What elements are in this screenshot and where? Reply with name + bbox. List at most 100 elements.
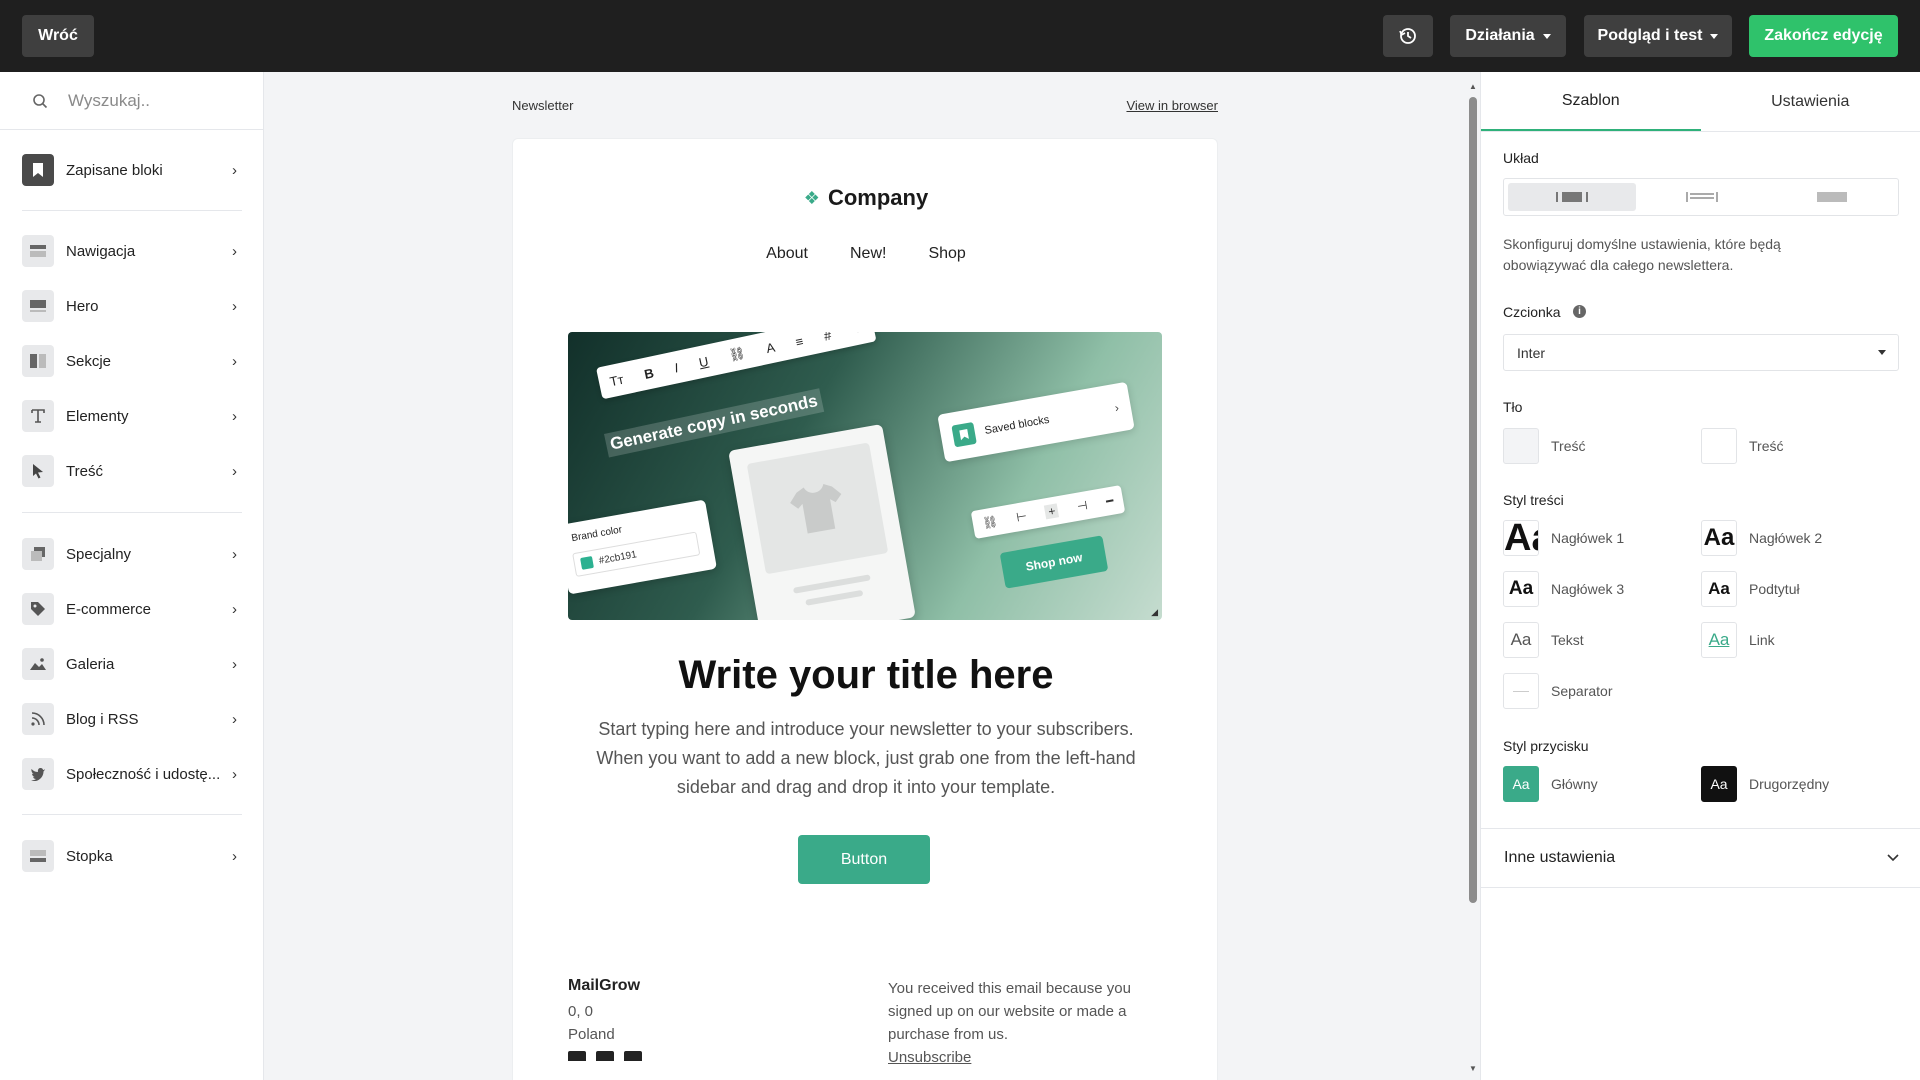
x-icon[interactable] xyxy=(596,1051,614,1061)
background-color-swatch[interactable] xyxy=(1503,428,1539,464)
view-in-browser-link[interactable]: View in browser xyxy=(1126,98,1218,113)
layout-option-narrow[interactable] xyxy=(1508,183,1636,211)
sidebar-item-special[interactable]: Specjalny › xyxy=(0,530,263,578)
tshirt-icon xyxy=(746,442,889,575)
sidebar-item-label: Zapisane bloki xyxy=(66,161,163,179)
sidebar-item-content[interactable]: Treść › xyxy=(0,447,263,495)
sidebar-divider xyxy=(22,210,242,211)
sidebar-item-social[interactable]: Społeczność i udostę... › xyxy=(0,750,263,798)
bookmark-icon xyxy=(951,421,977,448)
separator-style-swatch[interactable] xyxy=(1503,673,1539,709)
subtitle-sample: Aa xyxy=(1708,579,1730,598)
search-input[interactable] xyxy=(68,90,248,111)
subtitle-style-swatch[interactable]: Aa xyxy=(1701,571,1737,607)
toolbar-item: Tт xyxy=(608,371,625,389)
preview-dropdown[interactable]: Podgląd i test xyxy=(1584,15,1732,57)
top-bar: Wróć Działania Podgląd i test Zakończ ed… xyxy=(0,0,1920,72)
tab-template[interactable]: Szablon xyxy=(1481,72,1701,131)
tab-settings[interactable]: Ustawienia xyxy=(1701,72,1920,131)
toolbar-item: I xyxy=(672,359,680,376)
email-template[interactable]: ❖ Company About New! Shop Tт B I U ⛓ A ≡… xyxy=(512,138,1218,1080)
twitter-icon xyxy=(22,758,54,790)
heading2-label: Nagłówek 2 xyxy=(1749,530,1823,546)
text-style-swatch[interactable]: Aa xyxy=(1503,622,1539,658)
secondary-button-style-swatch[interactable]: Aa xyxy=(1701,766,1737,802)
sidebar-item-navigation[interactable]: Nawigacja › xyxy=(0,227,263,275)
email-nav-link[interactable]: About xyxy=(766,245,808,263)
social-icons xyxy=(568,1051,642,1061)
toolbar-item: # xyxy=(822,332,833,344)
other-settings-label: Inne ustawienia xyxy=(1504,849,1616,866)
primary-button-style-swatch[interactable]: Aa xyxy=(1503,766,1539,802)
layout-selector xyxy=(1503,178,1899,216)
content-color-swatch[interactable] xyxy=(1701,428,1737,464)
sidebar-item-label: Nawigacja xyxy=(66,242,136,260)
brand-color-value: #2cb191 xyxy=(597,548,638,567)
toolbar-item: ⛓ xyxy=(727,344,747,363)
instagram-icon[interactable] xyxy=(624,1051,642,1061)
layout-narrow-icon xyxy=(1556,192,1588,202)
link-icon: ⛓ xyxy=(981,514,999,531)
heading1-style-swatch[interactable]: Aa xyxy=(1503,520,1539,556)
sidebar-item-label: Galeria xyxy=(66,655,115,673)
separator-label: Separator xyxy=(1551,683,1613,699)
sidebar-item-label: Społeczność i udostę... xyxy=(66,765,221,783)
email-cta-button[interactable]: Button xyxy=(798,835,930,884)
chevron-down-icon xyxy=(1887,854,1899,862)
font-select[interactable]: Inter xyxy=(1503,334,1899,371)
back-button[interactable]: Wróć xyxy=(22,15,94,57)
product-card xyxy=(728,423,916,620)
company-logo[interactable]: ❖ Company xyxy=(513,185,1219,211)
link-style-swatch[interactable]: Aa xyxy=(1701,622,1737,658)
scroll-up-icon[interactable]: ▲ xyxy=(1469,82,1477,91)
sidebar-item-sections[interactable]: Sekcje › xyxy=(0,337,263,385)
sidebar-item-label: Blog i RSS xyxy=(66,710,139,728)
history-button[interactable] xyxy=(1383,15,1433,57)
scroll-down-icon[interactable]: ▼ xyxy=(1469,1064,1477,1073)
email-body-text[interactable]: Start typing here and introduce your new… xyxy=(575,715,1157,802)
canvas-scrollbar[interactable]: ▲ ▼ xyxy=(1466,72,1480,1080)
email-title[interactable]: Write your title here xyxy=(513,653,1219,698)
heading2-style-swatch[interactable]: Aa xyxy=(1701,520,1737,556)
sidebar-item-label: Specjalny xyxy=(66,545,132,563)
other-settings-accordion[interactable]: Inne ustawienia xyxy=(1481,829,1920,887)
sidebar-item-footer[interactable]: Stopka › xyxy=(0,832,263,880)
resize-handle-icon[interactable]: ◢ xyxy=(1151,607,1158,618)
chevron-right-icon: › xyxy=(232,242,237,260)
tag-icon xyxy=(22,593,54,625)
toolbar-item: ✦ xyxy=(850,332,864,338)
sidebar-item-saved-blocks[interactable]: Zapisane bloki › xyxy=(0,146,263,194)
footer-company: MailGrow xyxy=(568,977,641,994)
sidebar-item-hero[interactable]: Hero › xyxy=(0,282,263,330)
unsubscribe-link[interactable]: Unsubscribe xyxy=(888,1049,971,1066)
caret-down-icon xyxy=(1542,33,1551,39)
saved-blocks-label: Saved blocks xyxy=(983,413,1051,437)
sidebar-item-elements[interactable]: Elementy › xyxy=(0,392,263,440)
sidebar-item-blog-rss[interactable]: Blog i RSS › xyxy=(0,695,263,743)
info-icon[interactable]: i xyxy=(1573,305,1586,318)
history-icon xyxy=(1399,28,1416,44)
toolbar-item: U xyxy=(697,353,710,370)
diamond-logo-icon: ❖ xyxy=(803,187,820,208)
heading3-style-swatch[interactable]: Aa xyxy=(1503,571,1539,607)
actions-dropdown[interactable]: Działania xyxy=(1450,15,1566,57)
facebook-icon[interactable] xyxy=(568,1051,586,1061)
search-icon xyxy=(33,93,48,108)
layout-description: Skonfiguruj domyślne ustawienia, które b… xyxy=(1503,236,1781,273)
hero-image[interactable]: Tт B I U ⛓ A ≡ # ✦ Generate copy in seco… xyxy=(568,332,1162,620)
email-nav-link[interactable]: Shop xyxy=(928,245,965,263)
finish-edit-button[interactable]: Zakończ edycję xyxy=(1749,15,1898,57)
email-nav-link[interactable]: New! xyxy=(850,245,886,263)
primary-button-label: Główny xyxy=(1551,776,1598,792)
separator-sample xyxy=(1513,690,1529,692)
button-style-label: Styl przycisku xyxy=(1503,738,1589,754)
heading1-sample: Aa xyxy=(1504,520,1538,556)
sidebar-item-ecommerce[interactable]: E-commerce › xyxy=(0,585,263,633)
scrollbar-thumb[interactable] xyxy=(1469,97,1477,903)
font-label: Czcionka xyxy=(1503,304,1561,320)
layout-option-full[interactable] xyxy=(1768,183,1896,211)
layout-option-medium[interactable] xyxy=(1638,183,1766,211)
chevron-right-icon: › xyxy=(232,655,237,673)
sidebar-item-gallery[interactable]: Galeria › xyxy=(0,640,263,688)
font-select-value: Inter xyxy=(1517,344,1546,361)
